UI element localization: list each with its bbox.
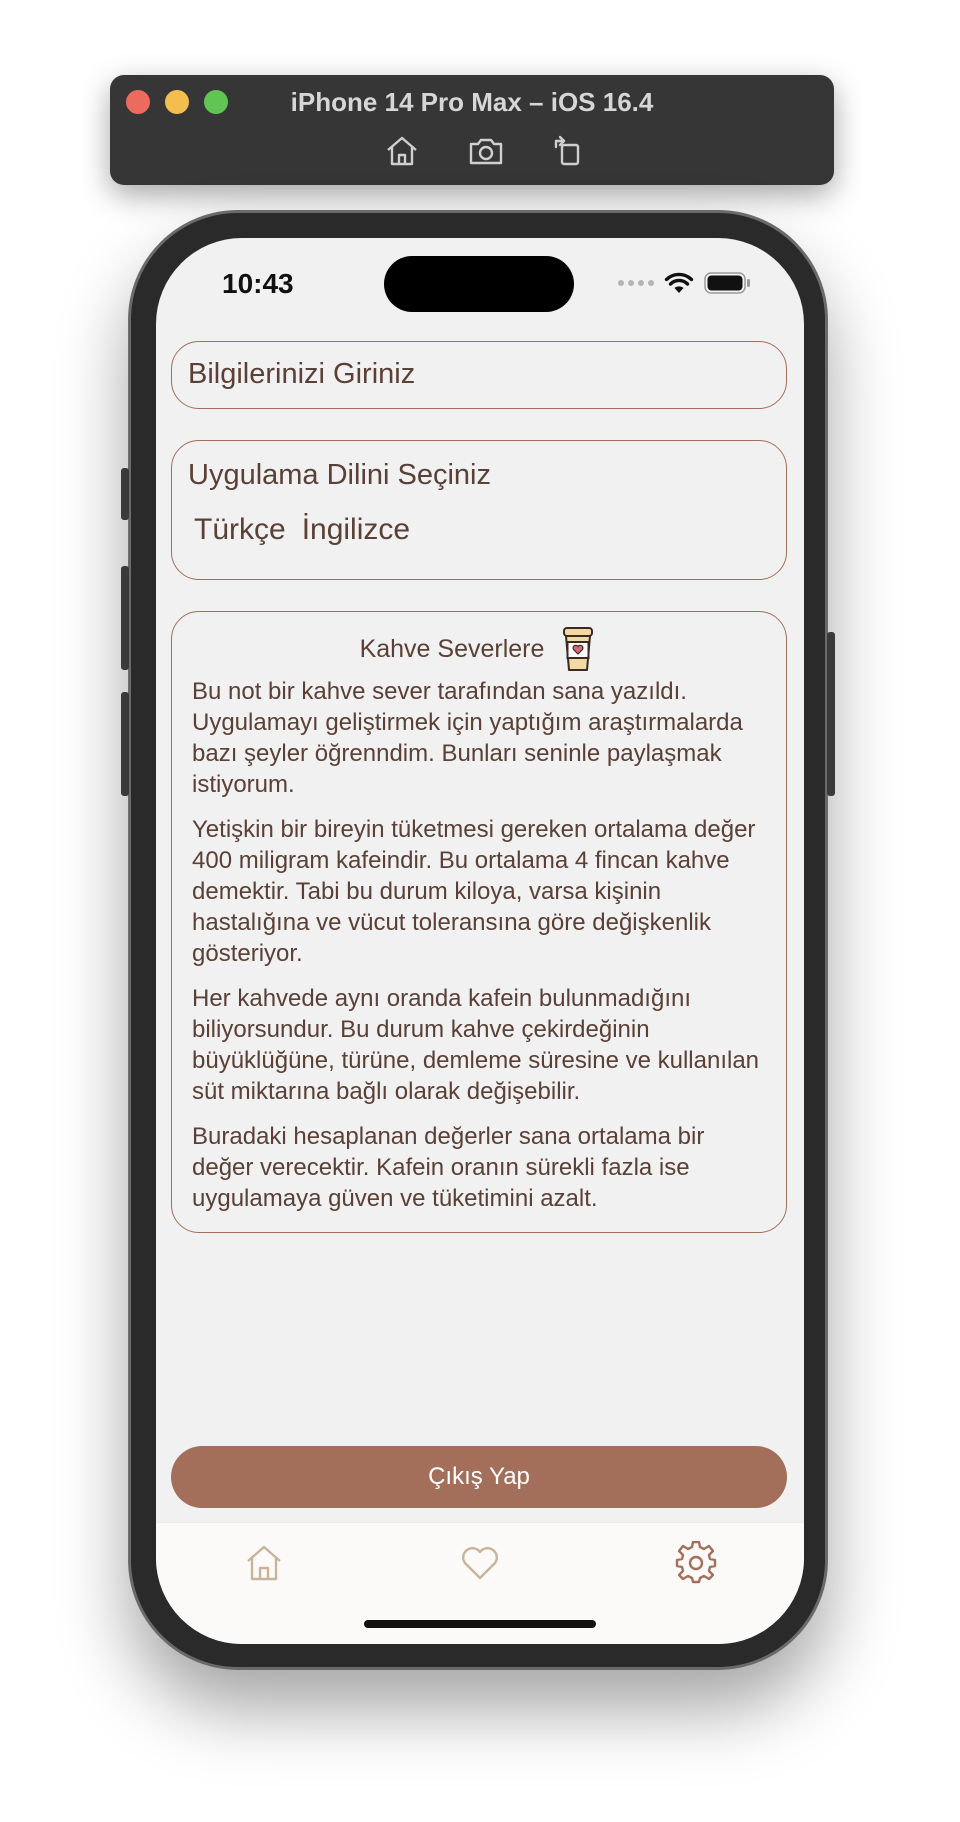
volume-down-button bbox=[121, 692, 129, 796]
coffee-cup-icon bbox=[563, 627, 594, 671]
home-icon[interactable] bbox=[382, 131, 422, 171]
logout-button[interactable]: Çıkış Yap bbox=[171, 1446, 787, 1508]
note-header: Kahve Severlere bbox=[172, 626, 786, 672]
rotate-icon[interactable] bbox=[548, 131, 588, 171]
dynamic-island bbox=[384, 256, 574, 312]
status-time: 10:43 bbox=[222, 268, 294, 299]
home-icon[interactable] bbox=[242, 1541, 286, 1585]
note-paragraph: Her kahvede aynı oranda kafein bulunmadı… bbox=[192, 985, 760, 1105]
battery-icon bbox=[704, 272, 750, 294]
status-indicators bbox=[618, 268, 752, 298]
language-title: Uygulama Dilini Seçiniz bbox=[188, 459, 491, 491]
wifi-icon bbox=[664, 272, 694, 293]
simulator-title: iPhone 14 Pro Max – iOS 16.4 bbox=[290, 87, 654, 117]
note-paragraph: Buradaki hesaplanan değerler sana ortala… bbox=[192, 1123, 705, 1212]
home-indicator bbox=[364, 1620, 596, 1628]
action-button bbox=[121, 468, 129, 520]
note-body: Bu not bir kahve sever tarafından sana y… bbox=[192, 676, 772, 1228]
language-option-english[interactable]: İngilizce bbox=[302, 513, 410, 547]
personal-info-title: Bilgilerinizi Giriniz bbox=[188, 358, 416, 390]
heart-icon[interactable] bbox=[458, 1541, 502, 1585]
simulator-toolbar: iPhone 14 Pro Max – iOS 16.4 bbox=[110, 75, 834, 185]
language-card: Uygulama Dilini Seçiniz Türkçe İngilizce bbox=[171, 440, 787, 580]
language-options: Türkçe İngilizce bbox=[194, 513, 410, 547]
screenshot-icon[interactable] bbox=[466, 131, 506, 171]
gear-icon[interactable] bbox=[674, 1540, 718, 1585]
note-paragraph: Bu not bir kahve sever tarafından sana y… bbox=[192, 678, 743, 798]
phone-screen: 10:43 Bilgilerinizi Giriniz Uygulama Dil… bbox=[156, 238, 804, 1644]
coffee-note-card: Kahve Severlere Bu not bir kahve sever t… bbox=[171, 611, 787, 1233]
personal-info-card[interactable]: Bilgilerinizi Giriniz bbox=[171, 341, 787, 409]
note-paragraph: Yetişkin bir bireyin tüketmesi gereken o… bbox=[192, 816, 756, 967]
volume-up-button bbox=[121, 566, 129, 670]
language-option-turkish[interactable]: Türkçe bbox=[194, 513, 286, 547]
cellular-signal-icon bbox=[618, 280, 654, 286]
power-button bbox=[827, 632, 835, 796]
note-title: Kahve Severlere bbox=[359, 634, 545, 663]
